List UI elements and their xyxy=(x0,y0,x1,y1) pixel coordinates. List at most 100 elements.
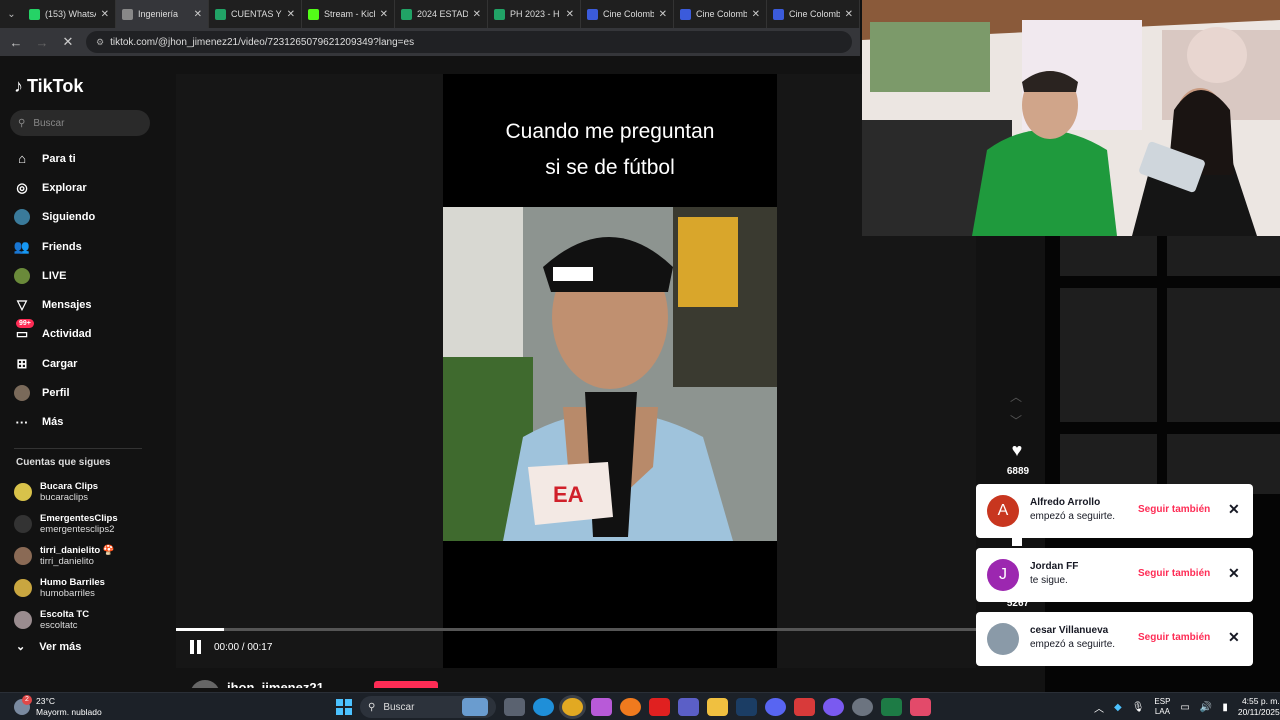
tray-chevron-up-icon[interactable]: ︿ xyxy=(1094,700,1104,715)
sidebar-item-label: Para ti xyxy=(42,152,76,165)
tab-close-icon[interactable]: ✕ xyxy=(845,9,853,20)
edge-icon[interactable] xyxy=(533,698,554,716)
bookmark-icon[interactable] xyxy=(1012,538,1022,546)
following-handle: emergentesclips2 xyxy=(40,524,115,535)
battery-icon[interactable]: ▮ xyxy=(1222,702,1228,713)
clock[interactable]: 4:55 p. m. 20/11/2025 xyxy=(1238,696,1280,718)
tab-search-icon[interactable]: ⌄ xyxy=(0,0,23,28)
sidebar-item[interactable]: LIVE xyxy=(14,261,164,290)
tab-close-icon[interactable]: ✕ xyxy=(566,9,574,20)
pause-icon[interactable] xyxy=(190,640,202,654)
steam-icon[interactable] xyxy=(736,698,757,716)
upload-icon: ⊞ xyxy=(16,355,28,371)
tiktok-sidebar: ♪ TikTok ⚲ Buscar ⌂ Para ti ◎ Explorar Sigui… xyxy=(0,62,176,692)
site-info-icon[interactable]: ⚙ xyxy=(96,37,104,48)
browser-tab[interactable]: CUENTAS Y ✕ xyxy=(209,0,302,28)
windows-start-icon[interactable] xyxy=(336,699,352,715)
tab-close-icon[interactable]: ✕ xyxy=(752,9,760,20)
tab-favicon-icon xyxy=(587,8,598,20)
volume-icon[interactable]: 🔊 xyxy=(1200,702,1212,713)
microphone-icon[interactable]: 🎙 xyxy=(1132,702,1145,713)
follow-back-button[interactable]: Seguir también xyxy=(1138,568,1210,579)
browser-tab[interactable]: Ingeniería ✕ xyxy=(116,0,209,28)
tab-close-icon[interactable]: ✕ xyxy=(287,9,295,20)
tab-close-icon[interactable]: ✕ xyxy=(473,9,481,20)
taskbar-search[interactable]: ⚲ Buscar xyxy=(360,696,496,718)
following-item[interactable]: Humo Barriles humobarriles xyxy=(14,572,164,604)
snipping-tool-icon[interactable] xyxy=(910,698,931,716)
firefox-icon[interactable] xyxy=(620,698,641,716)
following-item[interactable]: EmergentesClips emergentesclips2 xyxy=(14,508,164,540)
tab-close-icon[interactable]: ✕ xyxy=(659,9,667,20)
following-item[interactable]: Escolta TC escoltatc xyxy=(14,604,164,636)
author-avatar[interactable] xyxy=(190,680,220,688)
following-item[interactable]: Bucara Clips bucaraclips xyxy=(14,476,164,508)
sidebar-item-label: Mensajes xyxy=(42,299,92,312)
tray-app-icon[interactable]: ◆ xyxy=(1114,702,1122,713)
stop-loading-icon[interactable]: ✕ xyxy=(60,34,76,50)
language-indicator[interactable]: ESP LAA xyxy=(1154,697,1170,717)
browser-tab[interactable]: Cine Colombi ✕ xyxy=(767,0,860,28)
follow-back-button[interactable]: Seguir también xyxy=(1138,632,1210,643)
close-icon[interactable]: ✕ xyxy=(1228,629,1240,646)
sidebar-item[interactable]: ··· Más xyxy=(14,408,164,437)
sidebar-item[interactable]: ⌂ Para ti xyxy=(14,144,164,173)
notification-avatar xyxy=(987,623,1019,655)
back-icon[interactable]: ← xyxy=(8,35,24,50)
network-icon[interactable]: ▭ xyxy=(1180,702,1189,713)
sidebar-item[interactable]: ▽ Mensajes xyxy=(14,290,164,319)
forward-icon[interactable]: → xyxy=(34,35,50,50)
video-progress-bar[interactable] xyxy=(176,628,976,631)
browser-tab[interactable]: Stream - Kick ✕ xyxy=(302,0,395,28)
related-video-thumb[interactable] xyxy=(1167,288,1280,422)
heart-icon[interactable]: ♥ xyxy=(1006,440,1028,461)
teams-icon[interactable] xyxy=(678,698,699,716)
related-video-thumb[interactable] xyxy=(1060,236,1157,276)
copilot-icon[interactable] xyxy=(591,698,612,716)
chevron-up-icon[interactable]: ︿ xyxy=(1010,388,1022,405)
chevron-down-nav-icon[interactable]: ﹀ xyxy=(1010,412,1022,429)
sidebar-item[interactable]: ⊞ Cargar xyxy=(14,349,164,378)
file-explorer-icon[interactable] xyxy=(707,698,728,716)
weather-widget[interactable]: 2 23°C Mayorm. nublado xyxy=(14,695,102,718)
task-view-icon[interactable] xyxy=(504,698,525,716)
browser-tab[interactable]: PH 2023 - H ✕ xyxy=(488,0,581,28)
excel-icon[interactable] xyxy=(881,698,902,716)
windows-taskbar: 2 23°C Mayorm. nublado ⚲ Buscar ︿ ◆ 🎙 ES… xyxy=(0,692,1280,720)
sidebar-item-label: Actividad xyxy=(42,328,92,341)
close-icon[interactable]: ✕ xyxy=(1228,565,1240,582)
sidebar-item[interactable]: 👥 Friends xyxy=(14,232,164,261)
chrome-icon[interactable] xyxy=(562,698,583,716)
following-item[interactable]: tirri_danielito 🍄 tirri_danielito xyxy=(14,540,164,572)
browser-tab[interactable]: (153) WhatsApp ✕ xyxy=(23,0,116,28)
sidebar-item[interactable]: Perfil xyxy=(14,378,164,407)
browser-tab[interactable]: 2024 ESTAD ✕ xyxy=(395,0,488,28)
tab-close-icon[interactable]: ✕ xyxy=(194,9,202,20)
sidebar-item[interactable]: ◎ Explorar xyxy=(14,173,164,202)
red-app-icon[interactable] xyxy=(794,698,815,716)
sidebar-item[interactable]: Siguiendo xyxy=(14,203,164,232)
related-video-thumb[interactable] xyxy=(1167,236,1280,276)
discord-icon[interactable] xyxy=(765,698,786,716)
video-controls: 00:00 / 00:17 xyxy=(190,640,272,654)
youtube-icon[interactable] xyxy=(649,698,670,716)
tiktok-logo[interactable]: ♪ TikTok xyxy=(14,76,83,97)
tab-close-icon[interactable]: ✕ xyxy=(101,9,109,20)
follow-button[interactable] xyxy=(374,681,438,688)
search-input[interactable]: ⚲ Buscar xyxy=(10,110,150,136)
settings-app-icon[interactable] xyxy=(852,698,873,716)
url-field[interactable]: ⚙ tiktok.com/@jhon_jimenez21/video/72312… xyxy=(86,31,852,53)
follow-back-button[interactable]: Seguir también xyxy=(1138,504,1210,515)
follow-notification: cesar Villanueva empezó a seguirte. Seguir… xyxy=(976,612,1253,666)
browser-tab[interactable]: Cine Colombi ✕ xyxy=(674,0,767,28)
related-video-thumb[interactable] xyxy=(1060,288,1157,422)
sidebar-item-label: Perfil xyxy=(42,387,70,400)
author-name[interactable]: jhon_jimenez21 xyxy=(227,680,324,688)
close-icon[interactable]: ✕ xyxy=(1228,501,1240,518)
see-more-button[interactable]: ⌄ Ver más xyxy=(16,640,81,654)
circle-app-icon[interactable] xyxy=(823,698,844,716)
tab-close-icon[interactable]: ✕ xyxy=(380,9,388,20)
sidebar-item[interactable]: ▭ 99+ Actividad xyxy=(14,319,164,349)
browser-tab[interactable]: Cine Colombi ✕ xyxy=(581,0,674,28)
webcam-overlay xyxy=(862,0,1280,236)
